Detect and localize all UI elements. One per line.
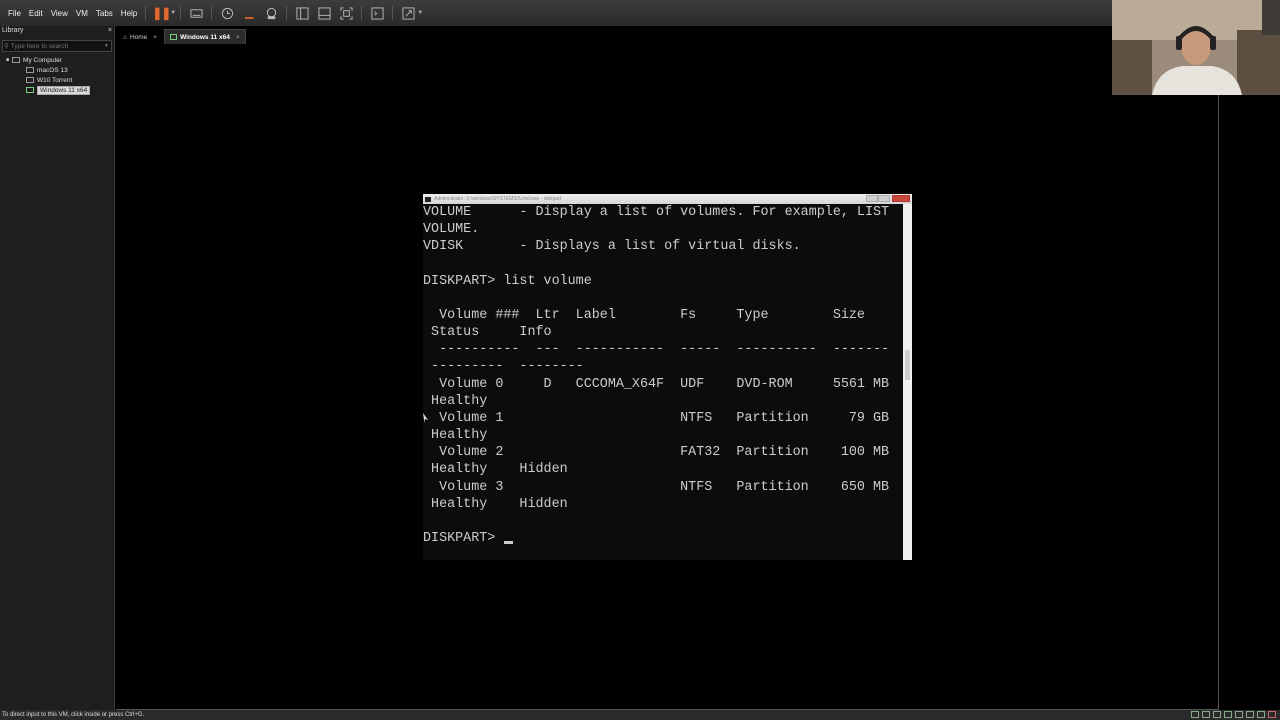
search-input[interactable] — [8, 42, 93, 50]
scrollbar-thumb[interactable] — [905, 350, 910, 380]
toolbar-divider — [392, 6, 394, 20]
snapshot-icon[interactable] — [219, 5, 235, 21]
library-header: Library × — [0, 26, 114, 39]
minimize-button[interactable] — [866, 195, 878, 202]
toolbar-divider — [180, 6, 182, 20]
tree-item-label: My Computer — [23, 56, 63, 64]
close-button[interactable] — [892, 195, 910, 202]
stretch-guest-icon[interactable] — [400, 5, 416, 21]
chevron-down-icon[interactable]: ▼ — [417, 10, 423, 16]
toolbar-divider — [286, 6, 288, 20]
tree-item-label: W10 Torrent — [37, 76, 73, 84]
prompt: DISKPART> — [423, 530, 504, 546]
library-tree: ■ My Computer macOS 13 W10 Torrent Windo… — [0, 55, 114, 95]
console-line: VOLUME - Display a list of volumes. For … — [423, 205, 890, 220]
menu-view[interactable]: View — [47, 9, 72, 18]
menu-bar: File Edit View VM Tabs Help ❚❚ ▼ ▁ ▼ — [0, 0, 1112, 27]
send-keys-icon[interactable] — [188, 5, 204, 21]
menu-help[interactable]: Help — [117, 9, 141, 18]
tree-item-vm[interactable]: macOS 13 — [0, 65, 114, 75]
maximize-button[interactable] — [878, 195, 890, 202]
cmd-title: Administrator: X:\windows\SYSTEM32\cmd.e… — [434, 196, 562, 202]
library-panel: Library × ⚲ ▼ ■ My Computer macOS 13 W10… — [0, 26, 115, 710]
console-line: VDISK - Displays a list of virtual disks… — [423, 239, 801, 255]
vm-icon — [26, 77, 34, 83]
thumbnail-bar-icon[interactable] — [316, 5, 332, 21]
toolbar-divider — [145, 6, 147, 20]
scrollbar[interactable] — [903, 204, 912, 560]
console-line: Healthy — [431, 428, 488, 444]
network-icon[interactable] — [1213, 711, 1221, 718]
cmd-window[interactable]: Administrator: X:\windows\SYSTEM32\cmd.e… — [423, 194, 912, 560]
console-line: Volume 2 FAT32 Partition 100 MB — [439, 445, 890, 461]
snapshot-manager-icon[interactable] — [263, 5, 279, 21]
tab-label: Windows 11 x64 — [180, 33, 230, 41]
text-cursor — [504, 540, 514, 544]
tab-windows-11[interactable]: Windows 11 x64 × — [164, 29, 246, 44]
cmd-icon — [425, 196, 431, 202]
console-output[interactable]: VOLUME - Display a list of volumes. For … — [423, 204, 903, 560]
home-icon: ⌂ — [123, 33, 127, 41]
vm-icon — [26, 67, 34, 73]
console-line: Healthy Hidden — [431, 496, 568, 512]
console-line: Status Info — [431, 325, 552, 341]
console-line: ---------- --- ----------- ----- -------… — [439, 342, 890, 358]
toolbar-divider — [211, 6, 213, 20]
printer-icon[interactable] — [1246, 711, 1254, 718]
close-icon[interactable]: × — [153, 34, 157, 41]
close-icon[interactable]: × — [108, 27, 112, 39]
tab-bar: ⌂ Home × Windows 11 x64 × — [116, 26, 1112, 44]
console-line: Healthy — [431, 393, 488, 409]
tree-item-vm[interactable]: W10 Torrent — [0, 75, 114, 85]
console-line: Volume ### Ltr Label Fs Type Size — [439, 307, 865, 323]
collapse-icon[interactable]: ■ — [6, 57, 9, 63]
revert-snapshot-icon[interactable]: ▁ — [241, 5, 257, 21]
show-library-icon[interactable] — [294, 5, 310, 21]
tree-item-my-computer[interactable]: ■ My Computer — [0, 55, 114, 65]
menu-vm[interactable]: VM — [72, 9, 92, 18]
menu-file[interactable]: File — [4, 9, 25, 18]
chevron-down-icon[interactable]: ▼ — [104, 43, 109, 49]
menu-tabs[interactable]: Tabs — [92, 9, 117, 18]
status-hint: To direct input to this VM, click inside… — [2, 712, 145, 718]
computer-icon — [12, 57, 21, 63]
tab-label: Home — [129, 33, 148, 41]
console-line: Volume 3 NTFS Partition 650 MB — [439, 479, 890, 495]
device-icons — [1191, 711, 1276, 718]
chevron-down-icon[interactable]: ▼ — [170, 10, 176, 16]
sound-icon[interactable] — [1235, 711, 1243, 718]
usb-icon[interactable] — [1224, 711, 1232, 718]
console-line: DISKPART> list volume — [423, 273, 592, 289]
tree-item-label: Windows 11 x64 — [37, 85, 91, 95]
tab-home[interactable]: ⌂ Home × — [118, 30, 162, 44]
cd-dvd-icon[interactable] — [1202, 711, 1210, 718]
pause-icon[interactable]: ❚❚ — [152, 5, 171, 21]
vm-running-icon — [170, 34, 178, 40]
toolbar-divider — [361, 6, 363, 20]
cmd-title-bar[interactable]: Administrator: X:\windows\SYSTEM32\cmd.e… — [423, 194, 912, 204]
display-icon[interactable] — [1257, 711, 1265, 718]
webcam-overlay — [1112, 0, 1280, 95]
menu-edit[interactable]: Edit — [25, 9, 47, 18]
vm-running-icon — [26, 87, 34, 93]
console-line: VOLUME. — [423, 222, 480, 238]
status-bar: To direct input to this VM, click inside… — [0, 710, 1280, 720]
message-icon[interactable] — [1268, 711, 1276, 718]
library-search: ⚲ ▼ — [2, 40, 112, 52]
tree-item-vm-selected[interactable]: Windows 11 x64 — [0, 85, 114, 95]
console-view-icon[interactable] — [369, 5, 385, 21]
console-line: --------- -------- — [431, 359, 584, 375]
console-line: Healthy Hidden — [431, 462, 568, 478]
tree-item-label: macOS 13 — [37, 66, 68, 74]
close-icon[interactable]: × — [236, 34, 240, 41]
webcam-image — [1112, 0, 1280, 95]
library-title: Library — [2, 27, 24, 34]
hard-disk-icon[interactable] — [1191, 711, 1199, 718]
console-line: Volume 1 NTFS Partition 79 GB — [439, 410, 890, 426]
console-line: Volume 0 D CCCOMA_X64F UDF DVD-ROM 5561 … — [439, 376, 890, 392]
full-screen-icon[interactable] — [338, 5, 354, 21]
